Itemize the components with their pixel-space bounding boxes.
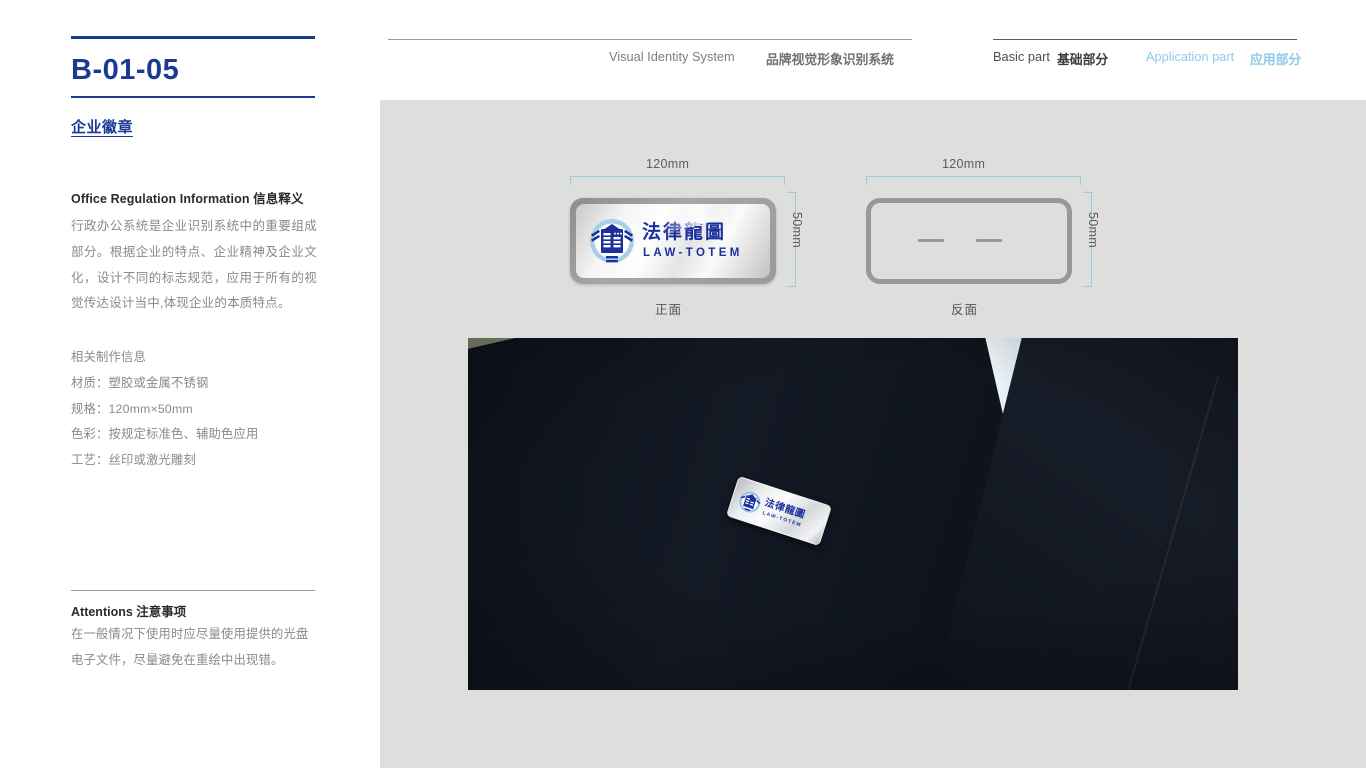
header-divider-left xyxy=(388,39,912,40)
spec-list: 相关制作信息 材质：塑胶或金属不锈钢 规格：120mm×50mm 色彩：按规定标… xyxy=(71,345,317,474)
front-height-label: 50mm xyxy=(790,212,804,248)
spec-process: 工艺：丝印或激光雕刻 xyxy=(71,453,196,468)
code-bottom-divider xyxy=(71,96,315,98)
spec-material: 材质：塑胶或金属不锈钢 xyxy=(71,375,209,390)
badge-front-face: 法律龍圖 LAW-TOTEM xyxy=(576,204,770,278)
badge-brand-en: LAW-TOTEM xyxy=(643,247,743,259)
code-top-divider xyxy=(71,36,315,39)
header-divider-right xyxy=(993,39,1297,40)
badge-brand-cn: 法律龍圖 xyxy=(642,221,727,243)
header-visual-identity-en: Visual Identity System xyxy=(609,49,735,64)
badge-clasp-right xyxy=(976,239,1002,242)
spec-heading: 相关制作信息 xyxy=(71,350,146,364)
back-caption: 反面 xyxy=(951,303,979,317)
badge-back-preview xyxy=(866,198,1072,284)
tab-basic-part-cn[interactable]: 基础部分 xyxy=(1057,49,1108,68)
front-caption: 正面 xyxy=(655,303,683,317)
page-code: B-01-05 xyxy=(71,54,180,86)
vi-manual-page: B-01-05 企业徽章 Office Regulation Informati… xyxy=(0,0,1366,768)
info-body: 行政办公系统是企业识别系统中的重要组成部分。根据企业的特点、企业精神及企业文化，… xyxy=(71,219,317,311)
application-photo: 法律龍圖 LAW-TOTEM xyxy=(468,338,1238,690)
tab-application-part-en[interactable]: Application part xyxy=(1146,49,1234,64)
header-visual-identity-cn: 品牌视觉形象识别系统 xyxy=(766,52,894,67)
company-emblem-icon xyxy=(590,219,634,263)
content-panel: 120mm 50mm 法律龍圖 LAW-TOTEM 正面 120mm 50mm … xyxy=(380,100,1366,768)
photo-vignette xyxy=(468,338,1238,690)
back-height-label: 50mm xyxy=(1086,212,1100,248)
spec-color: 色彩：按规定标准色、辅助色应用 xyxy=(71,427,259,442)
front-width-label: 120mm xyxy=(646,157,690,171)
back-width-bracket xyxy=(866,176,1081,185)
page-title: 企业徽章 xyxy=(71,119,134,136)
front-width-bracket xyxy=(570,176,785,185)
spec-size: 规格：120mm×50mm xyxy=(71,401,193,416)
sidebar: B-01-05 企业徽章 Office Regulation Informati… xyxy=(71,0,317,768)
attentions-divider xyxy=(71,590,315,591)
badge-front-preview: 法律龍圖 LAW-TOTEM xyxy=(570,198,776,284)
tab-basic-part-en[interactable]: Basic part xyxy=(993,49,1050,64)
info-heading: Office Regulation Information 信息释义 xyxy=(71,192,304,206)
badge-clasp-left xyxy=(918,239,944,242)
attentions-heading: Attentions 注意事项 xyxy=(71,605,187,619)
back-width-label: 120mm xyxy=(942,157,986,171)
tab-application-part-cn[interactable]: 应用部分 xyxy=(1250,49,1301,68)
attentions-body: 在一般情况下使用时应尽量使用提供的光盘电子文件，尽量避免在重绘中出现错。 xyxy=(71,627,309,667)
